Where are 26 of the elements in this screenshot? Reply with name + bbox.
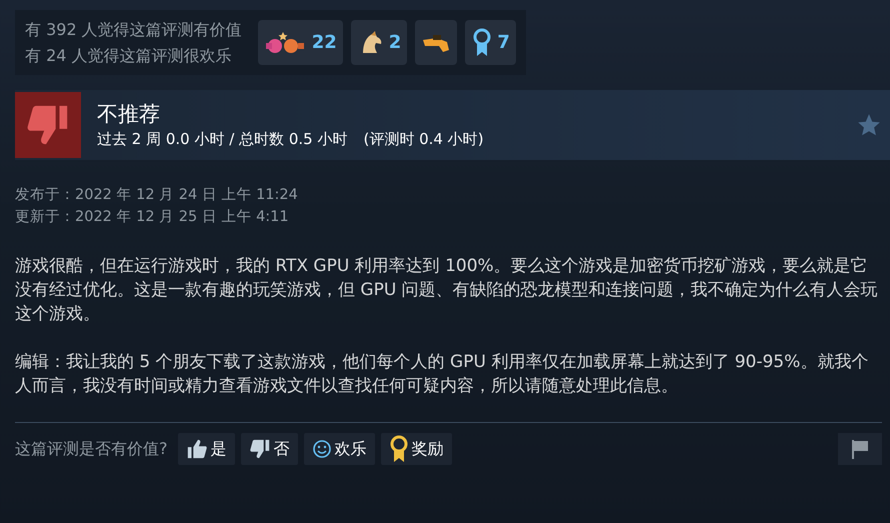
funny-button[interactable]: 欢乐	[304, 433, 374, 465]
star-icon[interactable]	[856, 112, 882, 138]
review-paragraph: 编辑：我让我的 5 个朋友下载了这款游戏，他们每个人的 GPU 利用率仅在加载屏幕上就达到了 90-95%。就我个人而言，我没有时间或精力查看游戏文件以查找任何可疑内容，所以请随意处理此信息。	[15, 351, 870, 398]
award-ribbon-icon	[388, 435, 408, 463]
award-button[interactable]: 22	[258, 20, 343, 65]
smiley-icon	[312, 439, 332, 459]
award-button[interactable]: 2	[350, 20, 408, 65]
playtime-at-review-text: (评测时 0.4 小时)	[363, 128, 484, 150]
helpful-count-text: 有 392 人觉得这篇评测有价值	[25, 18, 242, 40]
no-button[interactable]: 否	[240, 433, 298, 465]
flag-icon	[849, 438, 871, 460]
funny-count-text: 有 24 人觉得这篇评测很欢乐	[25, 44, 233, 66]
yes-button[interactable]: 是	[178, 433, 234, 465]
thumbs-up-icon	[186, 438, 208, 460]
rating-title: 不推荐	[97, 100, 161, 128]
award-button[interactable]: 7	[465, 20, 516, 65]
date-text: 发布于：2022 年 12 月 24 日 上午 11:24	[15, 186, 299, 205]
report-flag-button[interactable]	[838, 433, 882, 465]
ribbon-icon	[471, 28, 494, 58]
date-text: 更新于：2022 年 12 月 25 日 上午 4:11	[15, 208, 290, 227]
award-button[interactable]: 奖励	[380, 433, 452, 465]
review-paragraph: 游戏很酷，但在运行游戏时，我的 RTX GPU 利用率达到 100%。要么这个游戏是加密货币挖矿游戏，要么就是它没有经过优化。这是一款有趣的玩笑游戏，但 GPU 问题、有缺陷的恐龙模型和连接问题，我不确定为什么有人会玩这个游戏。	[15, 255, 878, 326]
thumbs-down-icon	[248, 438, 270, 460]
playtime-text: 过去 2 周 0.0 小时 / 总时数 0.5 小时	[97, 128, 348, 150]
helpful-question: 这篇评测是否有价值?	[15, 438, 168, 460]
award-button[interactable]	[415, 20, 458, 65]
